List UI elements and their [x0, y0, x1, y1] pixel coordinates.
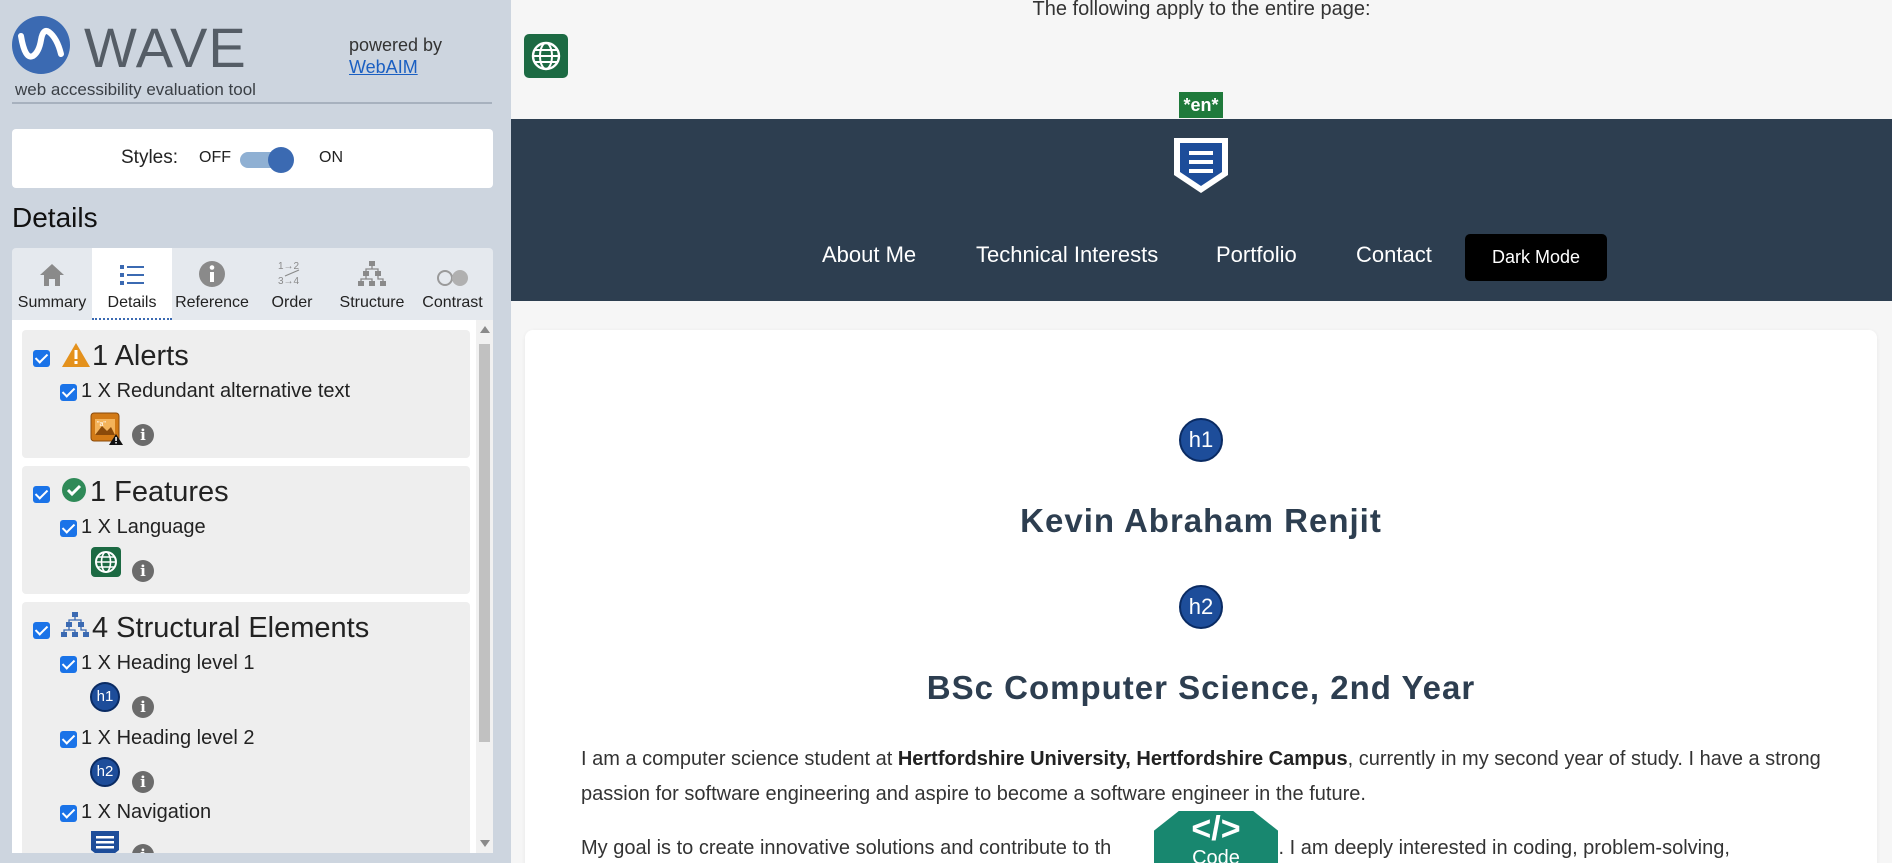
wave-title: WAVE [84, 16, 247, 79]
page-h2: BSc Computer Science, 2nd Year [926, 669, 1476, 706]
dark-mode-button[interactable]: Dark Mode [1465, 234, 1607, 281]
alerts-group: 1 Alerts 1 X Redundant alternative text … [22, 330, 470, 458]
code-label: Code [1192, 847, 1240, 863]
info-icon [199, 261, 225, 287]
nav-link-contact[interactable]: Contact [1356, 242, 1432, 268]
goal-text-b: y field. I am deeply interested in codin… [1226, 837, 1730, 859]
svg-text:3→4: 3→4 [278, 276, 300, 287]
wave-header: WAVE web accessibility evaluation tool p… [12, 12, 492, 104]
styles-on-label: ON [319, 149, 343, 166]
feature-check-icon [62, 478, 86, 502]
redundant-alt-checkbox[interactable] [60, 384, 77, 401]
page-language-globe-icon[interactable] [524, 34, 568, 78]
styles-label: Styles: [121, 147, 179, 168]
heading1-badge-icon[interactable]: h1 [90, 682, 120, 712]
tab-contrast-label: Contrast [422, 294, 483, 311]
heading2-badge-icon[interactable]: h2 [90, 757, 120, 787]
tab-structure[interactable]: Structure [332, 248, 412, 320]
intro-text-bold: Hertfordshire University, Hertfordshire … [897, 748, 1348, 770]
redundant-alt-image-icon[interactable]: "a" [90, 412, 124, 446]
language-tag: *en* [1179, 92, 1223, 118]
h2-badge-icon[interactable]: h2 [1179, 585, 1223, 629]
heading1-checkbox[interactable] [60, 656, 77, 673]
apply-page-text: The following apply to the entire page: [1032, 0, 1371, 20]
alerts-title: 1 Alerts [92, 340, 189, 372]
tab-summary[interactable]: Summary [12, 248, 92, 320]
tab-reference-label: Reference [175, 294, 249, 311]
scroll-down-icon[interactable] [480, 840, 490, 847]
tab-contrast[interactable]: Contrast [412, 248, 493, 320]
heading2-label: 1 X Heading level 2 [81, 727, 255, 749]
order-icon: 1→23→4 [278, 261, 300, 287]
heading1-label: 1 X Heading level 1 [81, 652, 255, 674]
powered-by: powered by WebAIM [349, 34, 442, 78]
scroll-thumb[interactable] [479, 344, 490, 742]
code-icon: </> [1191, 810, 1241, 848]
toggle-knob [268, 147, 294, 173]
site-navbar: About Me Technical Interests Portfolio C… [511, 119, 1892, 301]
alert-warning-icon [62, 343, 90, 367]
styles-off-label: OFF [199, 149, 231, 166]
list-icon [120, 265, 144, 285]
webaim-link[interactable]: WebAIM [349, 56, 442, 78]
language-info-icon[interactable]: i [132, 560, 154, 582]
tab-order-label: Order [271, 294, 313, 311]
wave-logo-icon [12, 16, 70, 74]
tab-structure-label: Structure [339, 294, 405, 311]
tab-details-label: Details [107, 294, 157, 311]
powered-by-label: powered by [349, 35, 443, 55]
details-panel: 1 Alerts 1 X Redundant alternative text … [12, 320, 493, 853]
structure-title: 4 Structural Elements [92, 612, 370, 644]
home-icon [40, 264, 64, 286]
redundant-alt-label: 1 X Redundant alternative text [81, 380, 351, 402]
panel-scrollbar[interactable] [476, 320, 493, 853]
styles-toggle-box: Styles: OFF ON [12, 129, 493, 188]
nav-link-technical-interests[interactable]: Technical Interests [976, 242, 1158, 268]
navigation-checkbox[interactable] [60, 805, 77, 822]
scroll-up-icon[interactable] [480, 326, 490, 333]
structure-icon [358, 261, 386, 286]
heading1-info-icon[interactable]: i [132, 696, 154, 718]
contrast-icon [436, 270, 468, 286]
language-globe-icon[interactable] [90, 546, 122, 578]
language-label: 1 X Language [81, 516, 206, 538]
structure-group: 4 Structural Elements 1 X Heading level … [22, 602, 470, 853]
wave-sidebar: WAVE web accessibility evaluation tool p… [0, 0, 511, 863]
intro-text-pre: I am a computer science student at [581, 748, 898, 770]
page-content: The following apply to the entire page: … [511, 0, 1892, 863]
navigation-info-icon[interactable]: i [132, 844, 154, 853]
navigation-label: 1 X Navigation [81, 801, 212, 823]
goal-text-a: My goal is to create innovative solution… [581, 837, 1112, 859]
tab-order[interactable]: 1→2 3→4 Order [252, 248, 332, 320]
structure-tree-icon [61, 612, 89, 637]
wave-subtitle: web accessibility evaluation tool [15, 80, 256, 99]
wave-tab-bar: Summary Details Reference 1→2 3→4 Order S… [12, 248, 493, 320]
details-heading: Details [12, 202, 98, 233]
intro-paragraph: I am a computer science student at Hertf… [581, 742, 1841, 812]
tab-details[interactable]: Details [92, 248, 172, 320]
nav-link-about-me[interactable]: About Me [822, 242, 916, 268]
svg-text:"a": "a" [97, 421, 106, 428]
page-h1: Kevin Abraham Renjit [1020, 502, 1382, 539]
svg-text:1→2: 1→2 [278, 261, 300, 272]
redundant-alt-info-icon[interactable]: i [132, 424, 154, 446]
tab-reference[interactable]: Reference [172, 248, 252, 320]
heading2-info-icon[interactable]: i [132, 771, 154, 793]
features-title: 1 Features [90, 476, 229, 508]
intro-card: h1 Kevin Abraham Renjit h2 BSc Computer … [525, 330, 1877, 863]
language-checkbox[interactable] [60, 520, 77, 537]
features-group: 1 Features 1 X Language i [22, 466, 470, 594]
h1-badge-icon[interactable]: h1 [1179, 418, 1223, 462]
structure-checkbox[interactable] [33, 622, 50, 639]
heading2-checkbox[interactable] [60, 731, 77, 748]
code-toggle-button[interactable]: </> Code [1154, 811, 1278, 863]
features-checkbox[interactable] [33, 486, 50, 503]
nav-link-portfolio[interactable]: Portfolio [1216, 242, 1297, 268]
navigation-landmark-icon[interactable] [1171, 135, 1231, 195]
navigation-icon[interactable] [90, 830, 120, 853]
alerts-checkbox[interactable] [33, 350, 50, 367]
styles-toggle[interactable] [238, 146, 294, 173]
tab-summary-label: Summary [17, 294, 87, 311]
